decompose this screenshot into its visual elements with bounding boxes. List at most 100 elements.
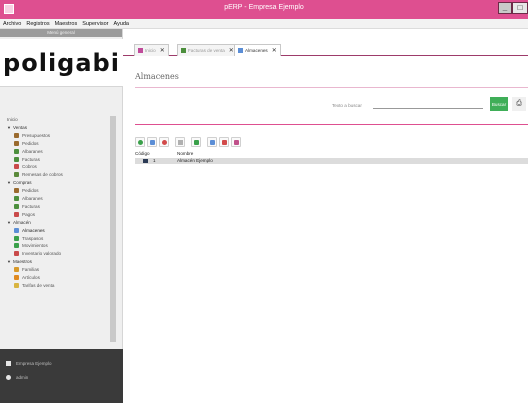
tree-item[interactable]: Pedidos [14,140,39,147]
inventory-icon [14,251,19,257]
invoice-icon [181,48,186,53]
tree-item-label: Pedidos [22,188,39,194]
tree-item[interactable]: Almacenes [14,227,45,234]
tab-almacenes[interactable]: Almacenes ✕ [234,44,281,56]
expand-arrow-icon[interactable]: ▼ [7,220,11,225]
tree-section[interactable]: ▼ Almacén [7,219,31,226]
company-logo: poligabi [0,39,123,87]
search-input[interactable] [373,100,483,109]
budget-icon [14,132,19,138]
tree-item[interactable]: Facturas [14,156,40,163]
delete-icon[interactable] [159,137,169,147]
tree-item[interactable]: Cobros [14,163,37,170]
grid-header: Código Nombre [135,151,528,158]
printer-icon[interactable]: ⎙ [512,97,526,111]
payment-icon [14,211,19,217]
tree-section[interactable]: ▼ Maestros [7,258,32,265]
tab-bar: Inicio ✕ Facturas de venta ✕ Almacenes ✕ [123,37,528,56]
expand-arrow-icon[interactable]: ▼ [7,259,11,264]
tree-item[interactable]: Artículos [14,274,40,281]
print-icon[interactable] [207,137,217,147]
search-button[interactable]: Buscar [490,97,508,111]
menu-bar: Archivo Registros Maestros Supervisor Ay… [0,19,528,29]
close-tab-icon[interactable]: ✕ [160,47,165,54]
edit-icon[interactable] [147,137,157,147]
report-icon[interactable] [219,137,229,147]
company-row[interactable]: Empresa Ejemplo [6,361,52,366]
tree-item[interactable]: Inicio [7,116,18,123]
menu-supervisor[interactable]: Supervisor [82,21,108,27]
window-title: pERP - Empresa Ejemplo [224,4,304,11]
tree-item[interactable]: Albaranes [14,195,43,202]
menu-registros[interactable]: Registros [26,21,49,27]
export-icon[interactable] [191,137,201,147]
tree-item[interactable]: Familias [14,266,39,273]
expand-arrow-icon[interactable]: ▼ [7,125,11,130]
tree-item-label: Pedidos [22,140,39,146]
maximize-button[interactable]: □ [512,2,528,14]
minimize-button[interactable]: _ [498,2,512,14]
tree-section[interactable]: ▼ Compras [7,179,32,186]
collection-icon [14,164,19,170]
folder-icon [143,159,148,163]
tree-item[interactable]: Pagos [14,211,35,218]
families-icon [14,267,19,273]
table-row[interactable]: 1 Almacén Ejemplo [135,158,528,164]
tree-section[interactable]: ▼ Ventas [7,124,27,131]
tree-item[interactable]: Albaranes [14,148,43,155]
tree-item[interactable]: Inventario valorado [14,250,61,257]
tab-inicio[interactable]: Inicio ✕ [134,44,169,56]
price-list-icon [14,282,19,288]
tree-item[interactable]: Presupuestos [14,132,50,139]
tree-item-label: Maestros [12,259,32,265]
tree-item-label: Remesas de cobros [22,172,63,178]
user-panel: Empresa Ejemplo admin [0,349,123,403]
cell-codigo: 1 [153,158,156,163]
menu-archivo[interactable]: Archivo [3,21,21,27]
tree-item[interactable]: Traspasos [14,235,43,242]
invoice-icon [14,156,19,162]
tree-item-label: Traspasos [22,235,44,241]
tree-item-label: Movimientos [22,243,48,249]
tree-scrollbar-thumb[interactable] [110,116,116,342]
tree-item-label: Familias [22,267,40,273]
title-bar: pERP - Empresa Ejemplo _ □ [0,0,528,19]
tree-item[interactable]: Remesas de cobros [14,171,63,178]
warehouse-icon [14,227,19,233]
tree-item-label: Inicio [7,117,18,122]
tree-scrollbar[interactable] [110,116,116,342]
search-label: Texto a buscar [332,103,362,108]
tree-item-label: Almacén [12,219,31,225]
menu-maestros[interactable]: Maestros [55,21,78,27]
tree-item[interactable]: Pedidos [14,187,39,194]
user-row[interactable]: admin [6,375,28,380]
company-name: Empresa Ejemplo [16,361,52,366]
list-icon[interactable] [175,137,185,147]
tree-item[interactable]: Facturas [14,203,40,210]
column-header-codigo[interactable]: Código [135,151,150,156]
add-icon[interactable] [135,137,145,147]
tree-item-label: Albaranes [22,196,43,201]
invoice-icon [14,203,19,209]
sidebar-header: Menú general [0,29,122,37]
tree-item-label: Albaranes [22,148,43,154]
expand-arrow-icon[interactable]: ▼ [7,180,11,185]
close-tab-icon[interactable]: ✕ [272,47,277,54]
tree-item-label: Facturas [22,156,40,162]
page-title: Almacenes [135,72,179,81]
articles-icon [14,275,19,280]
menu-ayuda[interactable]: Ayuda [114,21,130,27]
title-divider [135,87,528,88]
column-header-nombre[interactable]: Nombre [177,151,193,156]
tree-item-label: Tarifas de venta [22,282,55,288]
chart-icon[interactable] [231,137,241,147]
delivery-note-icon [14,196,19,201]
home-icon [138,48,143,53]
tree-item-label: Artículos [22,275,40,280]
tree-item[interactable]: Movimientos [14,242,48,249]
user-name: admin [16,375,29,380]
tab-facturas-de-venta[interactable]: Facturas de venta ✕ [177,44,238,56]
tree-item[interactable]: Tarifas de venta [14,282,54,289]
tree-item-label: Pagos [22,211,36,217]
app-window: pERP - Empresa Ejemplo _ □ Archivo Regis… [0,0,528,403]
